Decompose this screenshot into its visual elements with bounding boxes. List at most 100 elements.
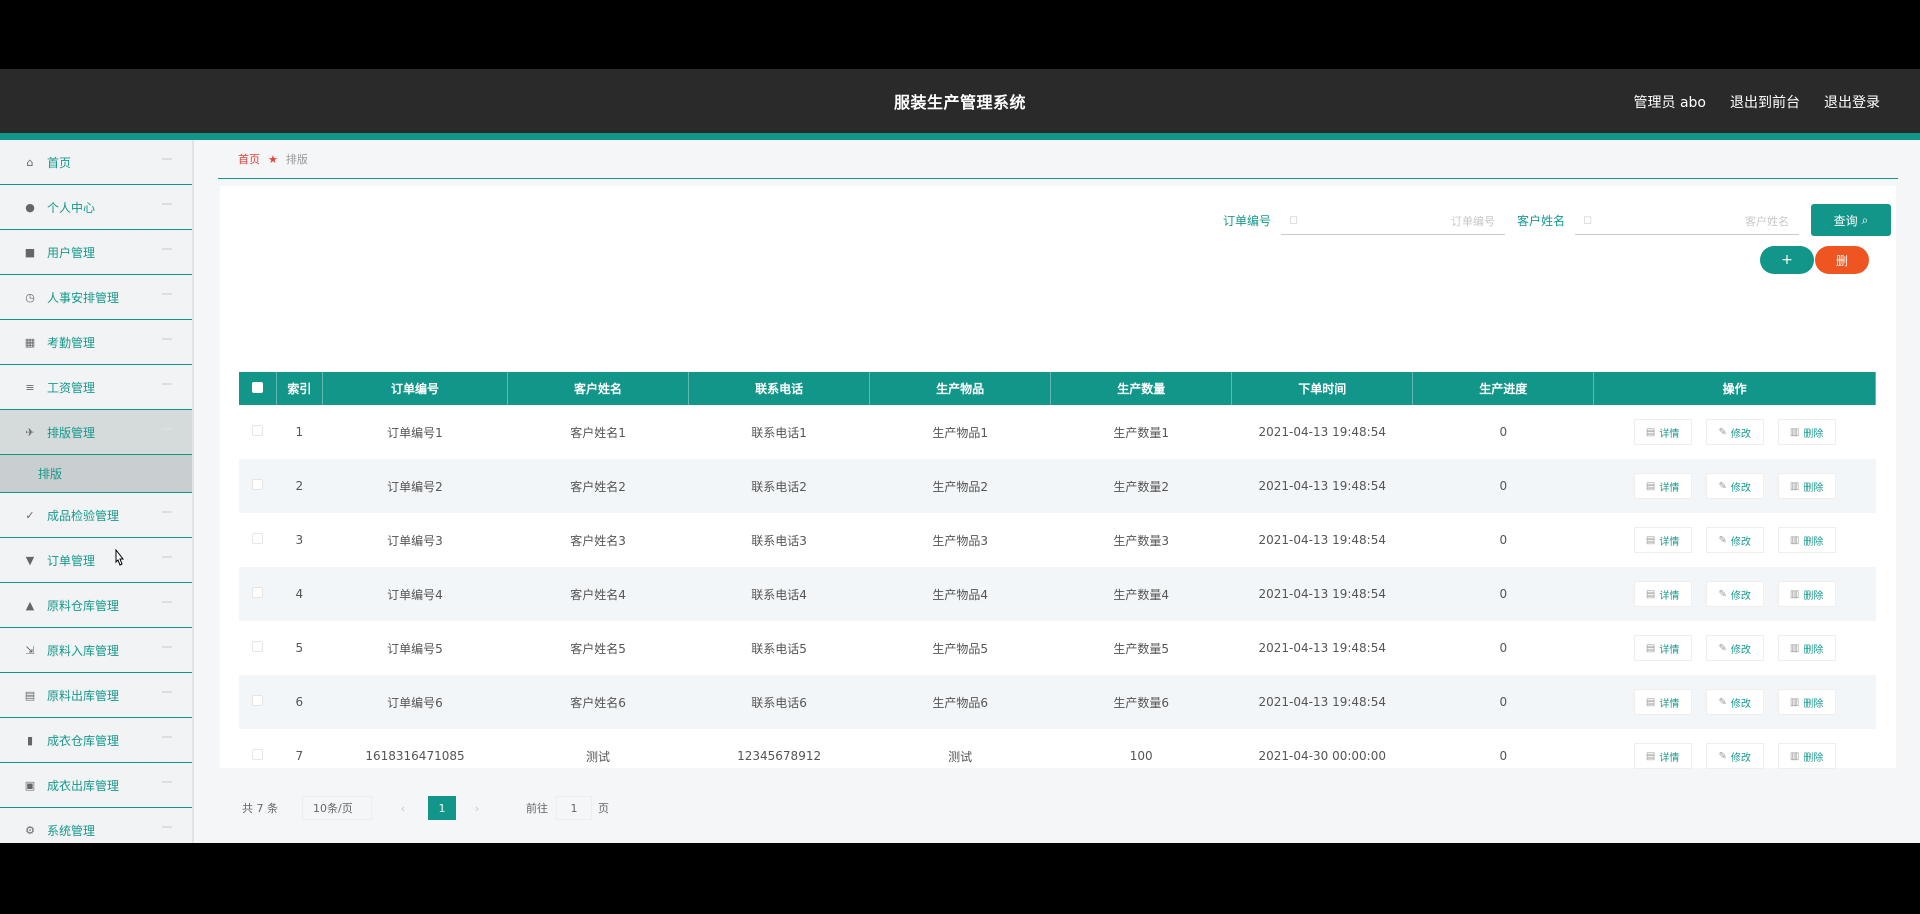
edit-button-label: 修改 bbox=[1730, 644, 1751, 656]
sidebar-item[interactable]: ▣ 成衣出库管理 bbox=[0, 763, 192, 808]
edit-button[interactable]: ✎ 修改 bbox=[1705, 581, 1764, 607]
delete-button[interactable]: ▥ 删除 bbox=[1777, 419, 1836, 445]
page-size-select[interactable]: 10条/页 bbox=[302, 796, 372, 820]
sidebar-item[interactable]: ■ 用户管理 bbox=[0, 230, 192, 275]
edit-button-label: 修改 bbox=[1730, 752, 1751, 764]
sidebar-item[interactable]: ✈ 排版管理 bbox=[0, 410, 192, 455]
sidebar-item[interactable]: ⇲ 原料入库管理 bbox=[0, 628, 192, 673]
row-checkbox[interactable] bbox=[252, 749, 264, 760]
exit-to-front-link[interactable]: 退出到前台 bbox=[1730, 92, 1800, 112]
order-icon: ▼ bbox=[25, 553, 35, 567]
mouse-cursor-icon bbox=[112, 548, 128, 573]
delete-button-label: 删除 bbox=[1803, 752, 1824, 764]
current-page-button[interactable]: 1 bbox=[428, 796, 456, 820]
column-header: 下单时间 bbox=[1231, 372, 1414, 405]
breadcrumb-home[interactable]: 首页 bbox=[238, 151, 260, 167]
row-actions: ▤ 详情 ✎ 修改 ▥ 删除 bbox=[1594, 635, 1876, 661]
edit-button[interactable]: ✎ 修改 bbox=[1705, 635, 1764, 661]
select-all-checkbox[interactable] bbox=[251, 381, 263, 393]
table-cell: 2021-04-13 19:48:54 bbox=[1258, 695, 1386, 709]
app-window: 服装生产管理系统 管理员 abo 退出到前台 退出登录 ⌂ 首页 ● 个人中心 ■ 用户管… bbox=[0, 69, 1920, 843]
detail-button[interactable]: ▤ 详情 bbox=[1633, 419, 1692, 445]
sidebar-item[interactable]: ✓ 成品检验管理 bbox=[0, 493, 192, 538]
detail-button[interactable]: ▤ 详情 bbox=[1633, 689, 1692, 715]
detail-button[interactable]: ▤ 详情 bbox=[1633, 743, 1692, 769]
row-actions-cell: ▤ 详情 ✎ 修改 ▥ 删除 bbox=[1594, 675, 1876, 729]
row-checkbox[interactable] bbox=[252, 425, 264, 436]
sidebar-item[interactable]: ≡ 工资管理 bbox=[0, 365, 192, 410]
delete-button[interactable]: ▥ 删除 bbox=[1777, 527, 1836, 553]
delete-button[interactable]: ▥ 删除 bbox=[1777, 635, 1836, 661]
row-select-cell bbox=[239, 675, 276, 729]
logout-link[interactable]: 退出登录 bbox=[1824, 92, 1880, 112]
table-cell: 客户姓名1 bbox=[570, 425, 626, 440]
detail-button-label: 详情 bbox=[1659, 644, 1680, 656]
prev-page-button[interactable]: ‹ bbox=[390, 796, 416, 820]
row-checkbox[interactable] bbox=[252, 695, 264, 706]
row-checkbox[interactable] bbox=[252, 587, 264, 598]
goto-page-input[interactable]: 1 bbox=[556, 796, 592, 820]
table-cell: 生产数量1 bbox=[1113, 425, 1170, 440]
sidebar-item[interactable]: ● 个人中心 bbox=[0, 185, 192, 230]
delete-button[interactable]: ▥ 删除 bbox=[1777, 581, 1836, 607]
edit-button[interactable]: ✎ 修改 bbox=[1705, 689, 1764, 715]
row-actions-cell: ▤ 详情 ✎ 修改 ▥ 删除 bbox=[1594, 567, 1876, 621]
delete-button-label: 删除 bbox=[1803, 536, 1824, 548]
order-no-input[interactable]: ◻ 订单编号 bbox=[1280, 205, 1505, 235]
sidebar-item[interactable]: ▤ 原料出库管理 bbox=[0, 673, 192, 718]
admin-user-label[interactable]: 管理员 abo bbox=[1634, 92, 1706, 112]
delete-button[interactable]: ▥ 删除 bbox=[1777, 473, 1836, 499]
delete-icon: ▥ bbox=[1789, 750, 1800, 762]
sidebar-item-label: 成品检验管理 bbox=[47, 508, 120, 523]
row-checkbox[interactable] bbox=[252, 479, 264, 490]
delete-icon: ▥ bbox=[1789, 642, 1800, 654]
sidebar-item[interactable]: ▦ 考勤管理 bbox=[0, 320, 192, 365]
sidebar-item[interactable]: ◷ 人事安排管理 bbox=[0, 275, 192, 320]
row-select-cell bbox=[239, 729, 276, 783]
sidebar-item[interactable]: ▲ 原料仓库管理 bbox=[0, 583, 192, 628]
edit-button[interactable]: ✎ 修改 bbox=[1705, 419, 1764, 445]
sidebar-item[interactable]: ▼ 订单管理 bbox=[0, 538, 192, 583]
next-page-button[interactable]: › bbox=[464, 796, 490, 820]
edit-button[interactable]: ✎ 修改 bbox=[1705, 473, 1764, 499]
table-cell: 客户姓名5 bbox=[570, 641, 626, 656]
detail-icon: ▤ bbox=[1645, 588, 1656, 600]
table-cell: 0 bbox=[1499, 533, 1508, 547]
detail-button[interactable]: ▤ 详情 bbox=[1633, 635, 1692, 661]
add-button[interactable]: + bbox=[1760, 246, 1814, 274]
sidebar-item-label: 原料入库管理 bbox=[47, 643, 120, 658]
chevron-icon bbox=[162, 158, 172, 160]
delete-button[interactable]: ▥ 删除 bbox=[1777, 689, 1836, 715]
sidebar-item[interactable]: ⚙ 系统管理 bbox=[0, 808, 192, 843]
edit-button[interactable]: ✎ 修改 bbox=[1705, 527, 1764, 553]
sidebar-item[interactable]: ▮ 成衣仓库管理 bbox=[0, 718, 192, 763]
table-cell: 联系电话1 bbox=[751, 425, 807, 440]
row-actions: ▤ 详情 ✎ 修改 ▥ 删除 bbox=[1594, 419, 1876, 445]
row-select-cell bbox=[239, 567, 276, 621]
search-button[interactable]: 查询 ⌕ bbox=[1811, 204, 1891, 236]
edit-button-label: 修改 bbox=[1730, 482, 1751, 494]
row-checkbox[interactable] bbox=[252, 533, 264, 544]
content-card: 订单编号 ◻ 订单编号 客户姓名 ◻ 客户姓名 查询 ⌕ + 删 索引 订单编号客… bbox=[220, 186, 1896, 820]
edit-button[interactable]: ✎ 修改 bbox=[1705, 743, 1764, 769]
detail-button[interactable]: ▤ 详情 bbox=[1633, 527, 1692, 553]
table-cell: 订单编号4 bbox=[387, 587, 443, 602]
chevron-icon bbox=[162, 248, 172, 250]
detail-button[interactable]: ▤ 详情 bbox=[1633, 473, 1692, 499]
sidebar-item-label: 原料出库管理 bbox=[47, 688, 120, 703]
row-actions: ▤ 详情 ✎ 修改 ▥ 删除 bbox=[1594, 473, 1876, 499]
detail-button[interactable]: ▤ 详情 bbox=[1633, 581, 1692, 607]
sidebar-item[interactable]: ⌂ 首页 bbox=[0, 140, 192, 185]
sidebar-subitem[interactable]: 排版 bbox=[0, 455, 192, 493]
customer-name-input[interactable]: ◻ 客户姓名 bbox=[1575, 205, 1799, 235]
table-row: 7 1618316471085 测试 12345678912 测试 100 2021-04-… bbox=[239, 729, 1876, 783]
edit-icon: ✎ bbox=[1718, 426, 1727, 438]
search-icon: ⌕ bbox=[1861, 212, 1869, 227]
delete-button[interactable]: ▥ 删除 bbox=[1777, 743, 1836, 769]
breadcrumb-divider bbox=[218, 178, 1898, 179]
table-header-row: 索引 订单编号 客户姓名 联系电话 生产物品 生产数量 下单时间 生产进度 操作 bbox=[239, 372, 1876, 405]
detail-button-label: 详情 bbox=[1659, 536, 1680, 548]
row-checkbox[interactable] bbox=[252, 641, 264, 652]
batch-delete-button[interactable]: 删 bbox=[1815, 246, 1869, 274]
table-row: 2 订单编号2 客户姓名2 联系电话2 生产物品2 生产数量2 2021-04-13 19:… bbox=[239, 459, 1876, 513]
